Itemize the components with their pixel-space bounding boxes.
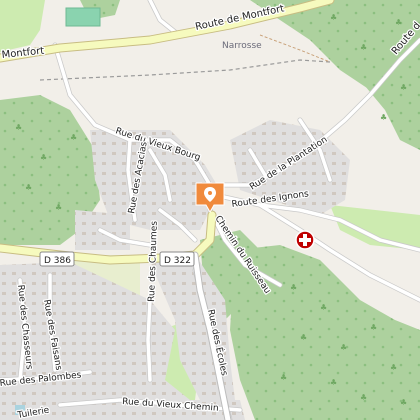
map-view[interactable]: ♣ ♣ ♣ ♣ ♣ ♣ ♣ ♣ ♣ ♣ ♣ ♣ ♣ ♣ ♣ ♣ ♣ ♣ ♣ ♣ Narrosse Rout… (0, 0, 420, 420)
svg-text:♣: ♣ (340, 343, 347, 352)
sports-pitch (65, 7, 101, 27)
svg-text:♣: ♣ (15, 123, 22, 132)
svg-text:D 386: D 386 (44, 256, 71, 266)
hospital-marker[interactable] (295, 230, 315, 250)
svg-text:♣: ♣ (360, 393, 367, 402)
map-canvas[interactable]: ♣♣♣ ♣♣♣ ♣♣♣ ♣♣♣ ♣♣♣ ♣♣♣ ♣♣ Narrosse Rout… (0, 0, 420, 420)
svg-text:♣: ♣ (290, 283, 297, 292)
street-label-rue-des-chaumes: Rue des Chaumes (147, 221, 160, 303)
svg-text:D 322: D 322 (164, 256, 191, 266)
svg-text:♣: ♣ (40, 153, 47, 162)
svg-text:♣: ♣ (25, 183, 32, 192)
svg-text:♣: ♣ (330, 13, 337, 22)
svg-text:♣: ♣ (320, 303, 327, 312)
svg-text:♣: ♣ (300, 333, 307, 342)
road-shield-d386: D 386 (39, 251, 75, 267)
grass-area-east (330, 205, 420, 250)
svg-text:♣: ♣ (380, 113, 387, 122)
svg-text:♣: ♣ (330, 378, 337, 387)
svg-text:♣: ♣ (395, 18, 402, 27)
svg-text:♣: ♣ (280, 373, 287, 382)
grass-area-northwest (0, 0, 45, 52)
svg-text:♣: ♣ (400, 83, 407, 92)
railway-line (39, 59, 331, 81)
road-shield-d322: D 322 (159, 251, 195, 267)
svg-text:♣: ♣ (400, 398, 407, 407)
svg-text:♣: ♣ (70, 133, 77, 142)
svg-text:♣: ♣ (370, 323, 377, 332)
svg-text:♣: ♣ (55, 203, 62, 212)
locality-label: Narrosse (222, 41, 262, 51)
svg-text:♣: ♣ (360, 43, 367, 52)
svg-text:♣: ♣ (390, 363, 397, 372)
